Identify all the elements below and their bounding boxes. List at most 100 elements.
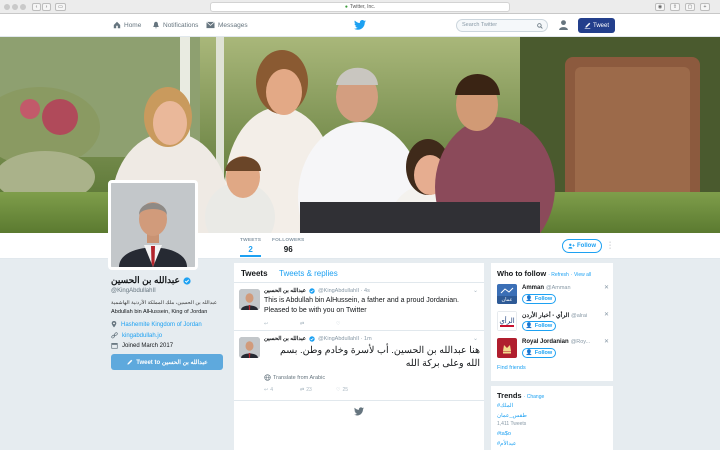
profile-handle[interactable]: @KingAbdullahII (111, 288, 156, 294)
suggestion-name[interactable]: Amman @Amman (522, 285, 571, 291)
tab-tweets-replies[interactable]: Tweets & replies (279, 269, 338, 278)
tabs-icon[interactable]: ▢ (685, 3, 695, 11)
verified-badge-icon (309, 336, 315, 342)
amman-logo-image: عمان (497, 284, 517, 304)
translate-link[interactable]: Translate from Arabic (264, 374, 325, 381)
reply-count: 4 (270, 387, 273, 393)
change-trends-link[interactable]: · Change (524, 394, 545, 400)
tweet-button-label: Tweet (592, 22, 609, 29)
follow-person-icon: 👤 (525, 296, 533, 302)
dismiss-icon[interactable]: ✕ (604, 311, 609, 318)
new-tab-icon[interactable]: + (700, 3, 710, 11)
downloads-icon[interactable]: ◉ (655, 3, 665, 11)
profile-website-text: kingabdullah.jo (122, 332, 163, 339)
follow-button[interactable]: Follow (562, 239, 602, 253)
nav-notifications-label: Notifications (163, 21, 199, 29)
zoom-window-icon[interactable] (20, 4, 26, 10)
suggestion-follow-button[interactable]: 👤 Follow (522, 348, 556, 358)
trend-item[interactable]: #عيدالأم (497, 441, 516, 447)
svg-text:الرأي: الرأي (499, 316, 514, 325)
profile-name[interactable]: عبدالله بن الحسين (111, 275, 191, 286)
suggestion-avatar[interactable]: الرأي (497, 311, 517, 331)
more-options-icon[interactable]: · · · (608, 239, 612, 252)
tweet-avatar[interactable] (239, 337, 260, 358)
tweet-item[interactable]: عبدالله بن الحسين @KingAbdullahII · 1m ⌄… (234, 331, 484, 401)
followers-count-label: FOLLOWERS (272, 238, 305, 243)
suggestion-handle: @Amman (546, 285, 571, 291)
tweet-item[interactable]: عبدالله بن الحسين @KingAbdullahII · 4s ⌄… (234, 283, 484, 331)
tweet-to-button[interactable]: Tweet to عبدالله بن الحسين (111, 354, 223, 370)
dismiss-icon[interactable]: ✕ (604, 338, 609, 345)
tab-tweets[interactable]: Tweets (241, 269, 268, 278)
trend-item[interactable]: طقس_عمان (497, 413, 527, 419)
address-bar[interactable]: ● Twitter, Inc. (210, 2, 510, 12)
retweet-icon[interactable]: ⇄ (300, 321, 336, 327)
suggestion-item[interactable]: عمان Amman @Amman 👤 Follow ✕ (497, 284, 609, 312)
tweet-avatar-image (239, 337, 260, 358)
like-action[interactable]: ♡ 25 (336, 387, 372, 393)
view-all-link[interactable]: · View all (571, 272, 591, 278)
profile-joined: Joined March 2017 (111, 342, 173, 349)
profile-website[interactable]: kingabdullah.jo (111, 332, 162, 339)
search-input[interactable]: Search Twitter (456, 19, 548, 32)
dismiss-icon[interactable]: ✕ (604, 284, 609, 291)
tweet-header: عبدالله بن الحسين @KingAbdullahII · 4s (264, 288, 370, 294)
stream-tabs: Tweets Tweets & replies (234, 263, 484, 283)
nav-home[interactable]: Home (113, 21, 141, 29)
tweet-author-handle[interactable]: @KingAbdullahII · 4s (318, 288, 370, 294)
chevron-down-icon[interactable]: ⌄ (473, 287, 478, 294)
bell-icon (153, 21, 159, 29)
like-icon: ♡ (336, 387, 341, 393)
sidebar-icon[interactable]: ▭ (55, 3, 66, 11)
tweet-to-label: Tweet to عبدالله بن الحسين (136, 359, 208, 366)
royal-jordanian-logo-image (497, 338, 517, 358)
suggestion-avatar[interactable] (497, 338, 517, 358)
suggestion-item[interactable]: الرأي الرأي - أخبار الأردن @alrai 👤 Follow… (497, 311, 609, 339)
find-friends-link[interactable]: Find friends (497, 365, 526, 371)
reply-action[interactable]: ↩ 4 (264, 387, 300, 393)
tweets-count-tab[interactable]: TWEETS 2 (240, 238, 262, 257)
tweet-author-handle[interactable]: @KingAbdullahII · 1m (318, 336, 372, 342)
profile-avatar[interactable] (108, 180, 198, 270)
share-icon[interactable]: ⇧ (670, 3, 680, 11)
tweet-button[interactable]: Tweet (578, 18, 615, 33)
suggestion-name-text: Amman (522, 285, 545, 291)
trend-tweet-count: 1,411 Tweets (497, 421, 527, 427)
trend-item[interactable]: #الملك (497, 403, 513, 409)
minimize-window-icon[interactable] (12, 4, 18, 10)
suggestion-follow-button[interactable]: 👤 Follow (522, 321, 556, 331)
verified-badge-icon (183, 276, 191, 285)
like-count: 25 (342, 387, 349, 393)
tweet-avatar[interactable] (239, 289, 260, 310)
tweets-count-label: TWEETS (240, 238, 262, 243)
twitter-top-nav: Home Notifications Messages Search Twitt… (0, 14, 720, 37)
trend-item[interactable]: #ta$o (497, 431, 511, 437)
user-avatar-icon[interactable] (558, 19, 569, 30)
suggestion-name[interactable]: الرأي - أخبار الأردن @alrai (522, 312, 587, 320)
suggestion-follow-label: Follow (534, 296, 553, 302)
close-window-icon[interactable] (4, 4, 10, 10)
retweet-action[interactable]: ⇄ 23 (300, 387, 336, 393)
back-button[interactable]: ‹ (32, 3, 41, 11)
suggestion-name[interactable]: Royal Jordanian @Roy... (522, 339, 590, 345)
suggestion-item[interactable]: Royal Jordanian @Roy... 👤 Follow ✕ (497, 338, 609, 366)
suggestion-avatar[interactable]: عمان (497, 284, 517, 304)
forward-button[interactable]: › (42, 3, 51, 11)
tweet-actions: ↩ 4 ⇄ 23 ♡ 25 (264, 387, 372, 393)
profile-location-text[interactable]: Hashemite Kingdom of Jordan (121, 322, 202, 328)
refresh-link[interactable]: · Refresh (548, 272, 569, 278)
tweet-author-name[interactable]: عبدالله بن الحسين (264, 336, 306, 342)
followers-count-tab[interactable]: FOLLOWERS 96 (272, 238, 304, 254)
tweet-author-name[interactable]: عبدالله بن الحسين (264, 288, 306, 294)
suggestion-follow-button[interactable]: 👤 Follow (522, 294, 556, 304)
calendar-icon (111, 343, 118, 349)
profile-location: Hashemite Kingdom of Jordan (111, 321, 202, 328)
nav-messages[interactable]: Messages (206, 21, 248, 29)
twitter-bird-icon[interactable] (354, 20, 366, 30)
compose-icon (127, 359, 133, 365)
like-icon[interactable]: ♡ (336, 321, 372, 327)
chevron-down-icon[interactable]: ⌄ (473, 335, 478, 342)
follow-person-icon: 👤 (525, 323, 533, 329)
nav-notifications[interactable]: Notifications (152, 21, 198, 29)
reply-icon[interactable]: ↩ (264, 321, 300, 327)
